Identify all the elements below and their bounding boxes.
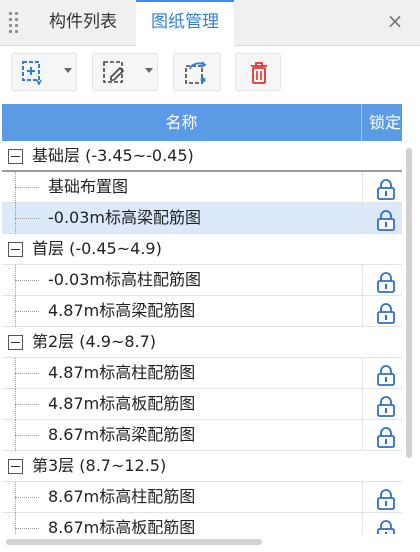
tree-item-row[interactable]: 4.87m标高板配筋图 — [2, 389, 402, 420]
lock-icon[interactable] — [376, 271, 396, 293]
delete-icon — [251, 62, 267, 84]
panel-tab-bar: 构件列表 图纸管理 × — [0, 0, 420, 47]
edit-drawing-button[interactable] — [92, 53, 158, 91]
drawing-label: 4.87m标高柱配筋图 — [48, 363, 196, 382]
add-drawing-icon — [22, 61, 42, 86]
lock-icon[interactable] — [376, 209, 396, 231]
horizontal-scrollbar[interactable] — [2, 534, 402, 548]
drawing-label: 4.87m标高梁配筋图 — [48, 301, 196, 320]
drawing-label: 4.87m标高板配筋图 — [48, 394, 196, 413]
vertical-scrollbar[interactable] — [403, 104, 415, 534]
tree-connector — [15, 218, 39, 219]
drawing-tree-table: 名称 锁定 基础层 (-3.45~-0.45) 基础布置图 -0.03m标高梁配… — [2, 104, 402, 534]
group-label: 第2层 (4.9~8.7) — [32, 332, 157, 351]
drawing-label: -0.03m标高梁配筋图 — [48, 208, 201, 227]
tree-connector — [15, 187, 39, 188]
collapse-icon[interactable] — [8, 459, 23, 474]
chevron-down-icon[interactable] — [145, 68, 153, 73]
tab-drawing-management[interactable]: 图纸管理 — [136, 0, 234, 47]
group-label: 首层 (-0.45~4.9) — [32, 239, 162, 258]
column-header-lock[interactable]: 锁定 — [363, 104, 402, 141]
drawing-label: 8.67m标高板配筋图 — [48, 518, 196, 534]
tree-item-row[interactable]: -0.03m标高柱配筋图 — [2, 265, 402, 296]
drawing-label: 8.67m标高梁配筋图 — [48, 425, 196, 444]
tree-group-row[interactable]: 第3层 (8.7~12.5) — [2, 451, 402, 482]
collapse-icon[interactable] — [8, 242, 23, 257]
lock-icon[interactable] — [376, 519, 396, 534]
tree-connector — [15, 513, 16, 534]
tree-connector — [15, 404, 39, 405]
tree-group-row[interactable]: 基础层 (-3.45~-0.45) — [2, 141, 402, 172]
lock-icon[interactable] — [376, 395, 396, 417]
add-drawing-button[interactable] — [11, 53, 77, 91]
tree-connector — [15, 435, 39, 436]
tree-connector — [15, 280, 39, 281]
close-icon[interactable]: × — [384, 10, 406, 32]
collapse-icon[interactable] — [8, 335, 23, 350]
chevron-down-icon[interactable] — [64, 68, 72, 73]
tree-item-row[interactable]: 基础布置图 — [2, 172, 402, 203]
lock-icon[interactable] — [376, 426, 396, 448]
drawing-label: -0.03m标高柱配筋图 — [48, 270, 201, 289]
tree-item-row[interactable]: 4.87m标高梁配筋图 — [2, 296, 402, 327]
lock-icon[interactable] — [376, 302, 396, 324]
edit-drawing-icon — [103, 61, 125, 83]
export-drawing-button[interactable] — [173, 53, 221, 91]
table-header: 名称 锁定 — [2, 104, 402, 141]
tree-group-row[interactable]: 第2层 (4.9~8.7) — [2, 327, 402, 358]
group-label: 第3层 (8.7~12.5) — [32, 456, 167, 475]
vertical-scroll-thumb[interactable] — [406, 148, 412, 458]
drawing-label: 基础布置图 — [48, 177, 129, 196]
tree-group-row[interactable]: 首层 (-0.45~4.9) — [2, 234, 402, 265]
toolbar — [0, 46, 420, 102]
tree-item-row[interactable]: 8.67m标高柱配筋图 — [2, 482, 402, 513]
export-drawing-icon — [185, 61, 207, 84]
lock-icon[interactable] — [376, 364, 396, 386]
tree-connector — [15, 311, 39, 312]
delete-button[interactable] — [235, 53, 281, 91]
tree-connector — [15, 497, 39, 498]
tree-item-row[interactable]: 8.67m标高板配筋图 — [2, 513, 402, 534]
collapse-icon[interactable] — [8, 149, 23, 164]
lock-icon[interactable] — [376, 178, 396, 200]
tree-item-row[interactable]: 4.87m标高柱配筋图 — [2, 358, 402, 389]
drag-handle-icon[interactable] — [9, 12, 21, 34]
tree-item-row[interactable]: -0.03m标高梁配筋图 — [2, 203, 402, 234]
column-header-name[interactable]: 名称 — [2, 104, 362, 141]
drawing-label: 8.67m标高柱配筋图 — [48, 487, 196, 506]
lock-icon[interactable] — [376, 488, 396, 510]
group-label: 基础层 (-3.45~-0.45) — [32, 146, 194, 165]
tab-component-list[interactable]: 构件列表 — [33, 0, 133, 46]
tree-item-row[interactable]: 8.67m标高梁配筋图 — [2, 420, 402, 451]
tree-connector — [15, 528, 39, 529]
horizontal-scroll-thumb[interactable] — [6, 539, 262, 545]
tree-connector — [15, 373, 39, 374]
